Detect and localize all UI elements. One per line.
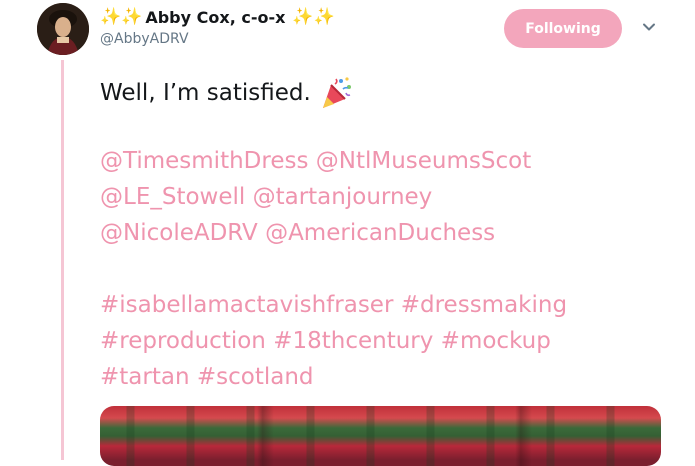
mention-link[interactable]: @TimesmithDress: [100, 148, 308, 174]
hashtag-link[interactable]: #dressmaking: [401, 292, 567, 318]
hashtag-link[interactable]: #mockup: [441, 328, 551, 354]
avatar-portrait-icon: [37, 3, 89, 55]
hashtags-block: #isabellamactavishfraser #dressmaking #r…: [100, 287, 680, 395]
mention-link[interactable]: @LE_Stowell: [100, 184, 245, 210]
tweet-text: Well, I’m satisfied. @TimesmithDress @Nt…: [100, 72, 680, 395]
following-button[interactable]: Following: [504, 9, 622, 48]
tweet-lead: Well, I’m satisfied.: [100, 72, 680, 114]
sparkles-icon: ✨✨: [100, 6, 143, 27]
thread-line: [61, 60, 64, 460]
display-name[interactable]: Abby Cox, c-o-x: [145, 8, 285, 27]
user-handle[interactable]: @AbbyADRV: [100, 31, 189, 47]
mention-link[interactable]: @NicoleADRV: [100, 220, 258, 246]
sparkles-icon: ✨✨: [292, 6, 335, 27]
author-name[interactable]: ✨✨ Abby Cox, c-o-x ✨✨: [100, 4, 335, 30]
mention-link[interactable]: @tartanjourney: [253, 184, 433, 210]
tweet-media-image[interactable]: [100, 406, 661, 466]
party-popper-icon: [319, 75, 355, 111]
hashtag-link[interactable]: #reproduction: [100, 328, 266, 354]
hashtag-link[interactable]: #scotland: [197, 364, 314, 390]
hashtag-link[interactable]: #18thcentury: [273, 328, 433, 354]
mention-link[interactable]: @AmericanDuchess: [265, 220, 495, 246]
hashtag-link[interactable]: #tartan: [100, 364, 190, 390]
tweet-lead-text: Well, I’m satisfied.: [100, 80, 311, 106]
chevron-down-icon[interactable]: [640, 18, 658, 36]
hashtag-link[interactable]: #isabellamactavishfraser: [100, 292, 393, 318]
mentions-block: @TimesmithDress @NtlMuseumsScot @LE_Stow…: [100, 143, 680, 251]
avatar[interactable]: [37, 3, 89, 55]
mention-link[interactable]: @NtlMuseumsScot: [316, 148, 531, 174]
